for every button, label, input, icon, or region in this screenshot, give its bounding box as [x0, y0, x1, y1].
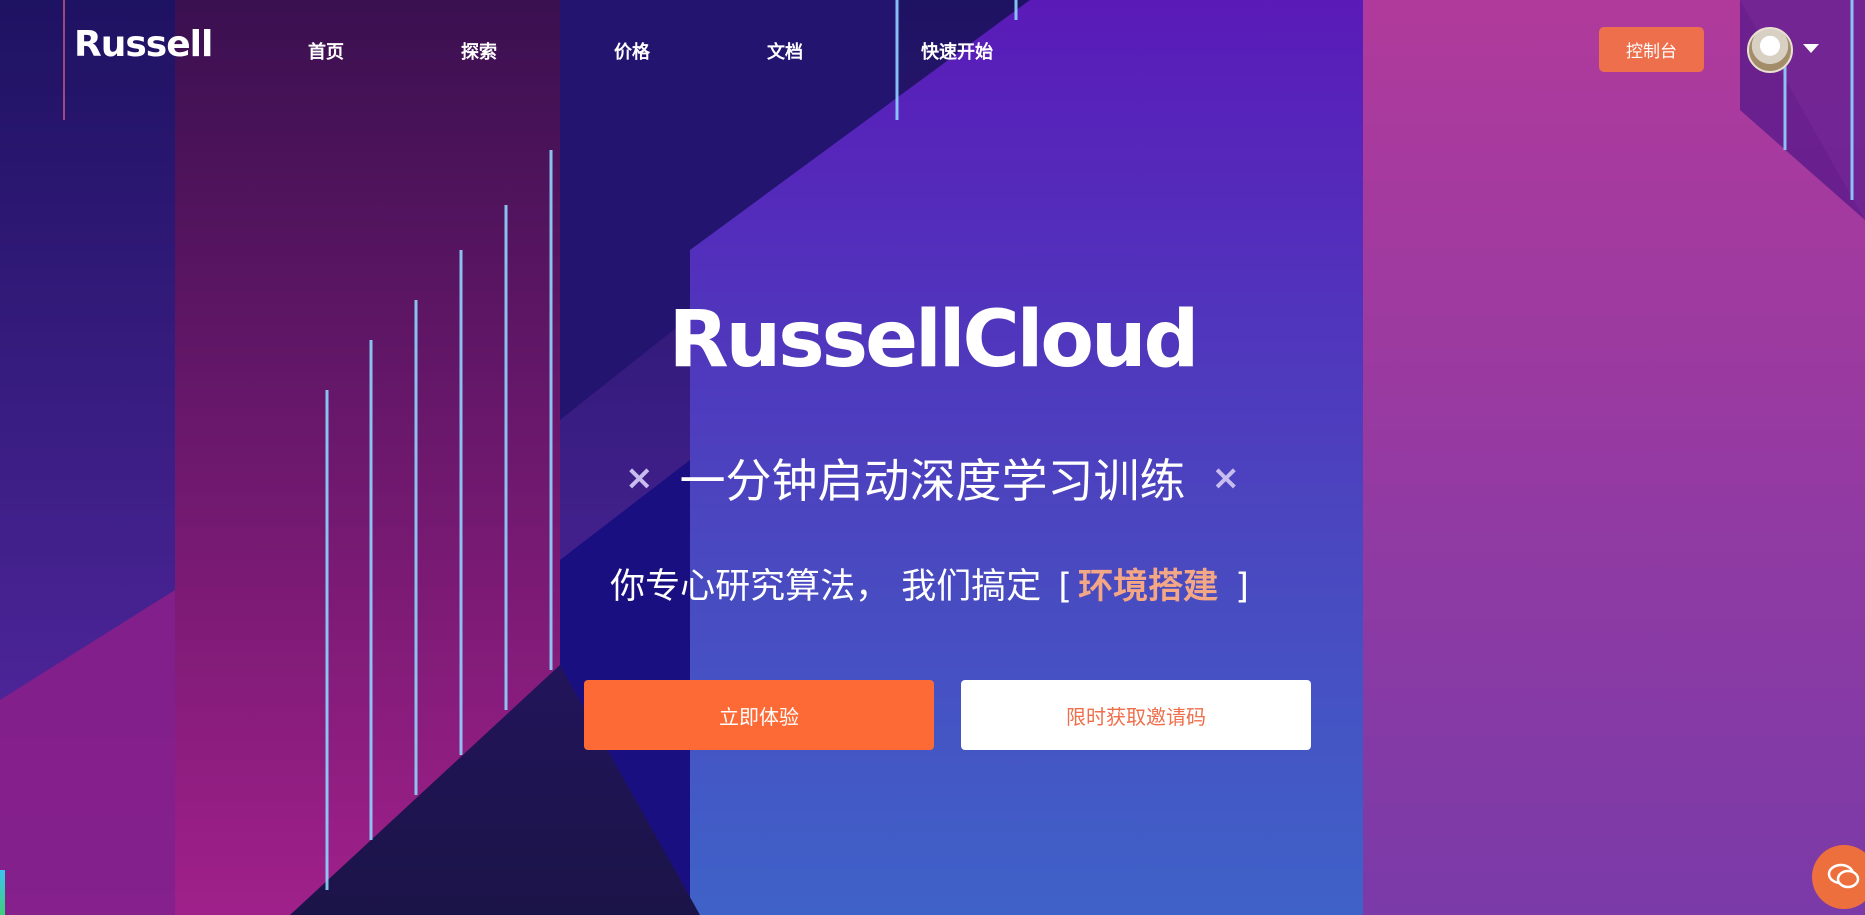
nav-item-explore[interactable]: 探索: [461, 38, 497, 64]
nav-item-docs[interactable]: 文档: [767, 38, 803, 64]
hero-title: RussellCloud: [668, 295, 1200, 385]
subline-bracket-open: [: [1058, 567, 1073, 607]
hero-tagline: 一分钟启动深度学习训练: [679, 454, 1186, 508]
invite-code-button[interactable]: 限时获取邀请码: [961, 680, 1311, 750]
console-button[interactable]: 控制台: [1599, 27, 1704, 72]
nav-item-quickstart[interactable]: 快速开始: [921, 38, 993, 64]
nav-item-pricing[interactable]: 价格: [614, 38, 650, 64]
nav-item-home[interactable]: 首页: [308, 38, 344, 64]
x-mark-icon: ×: [625, 458, 654, 498]
subline-bracket-close: ]: [1235, 567, 1249, 607]
x-mark-icon: ×: [1211, 458, 1241, 498]
side-decoration: [0, 870, 5, 915]
subline-text: 你专心研究算法， 我们搞定: [610, 567, 1042, 607]
hero-tagline-row: × 一分钟启动深度学习训练 ×: [0, 445, 1865, 511]
hero-subline: 你专心研究算法， 我们搞定 [环境搭建 ]: [0, 558, 1865, 609]
subline-highlight: 环境搭建: [1078, 567, 1219, 607]
user-avatar[interactable]: [1747, 27, 1793, 73]
brand-logo[interactable]: Russell: [74, 24, 213, 65]
caret-down-icon[interactable]: [1803, 44, 1819, 53]
try-now-button[interactable]: 立即体验: [584, 680, 934, 750]
top-navbar: Russell 首页 探索 价格 文档 快速开始 控制台: [0, 0, 1865, 100]
chat-icon: [1827, 863, 1860, 889]
